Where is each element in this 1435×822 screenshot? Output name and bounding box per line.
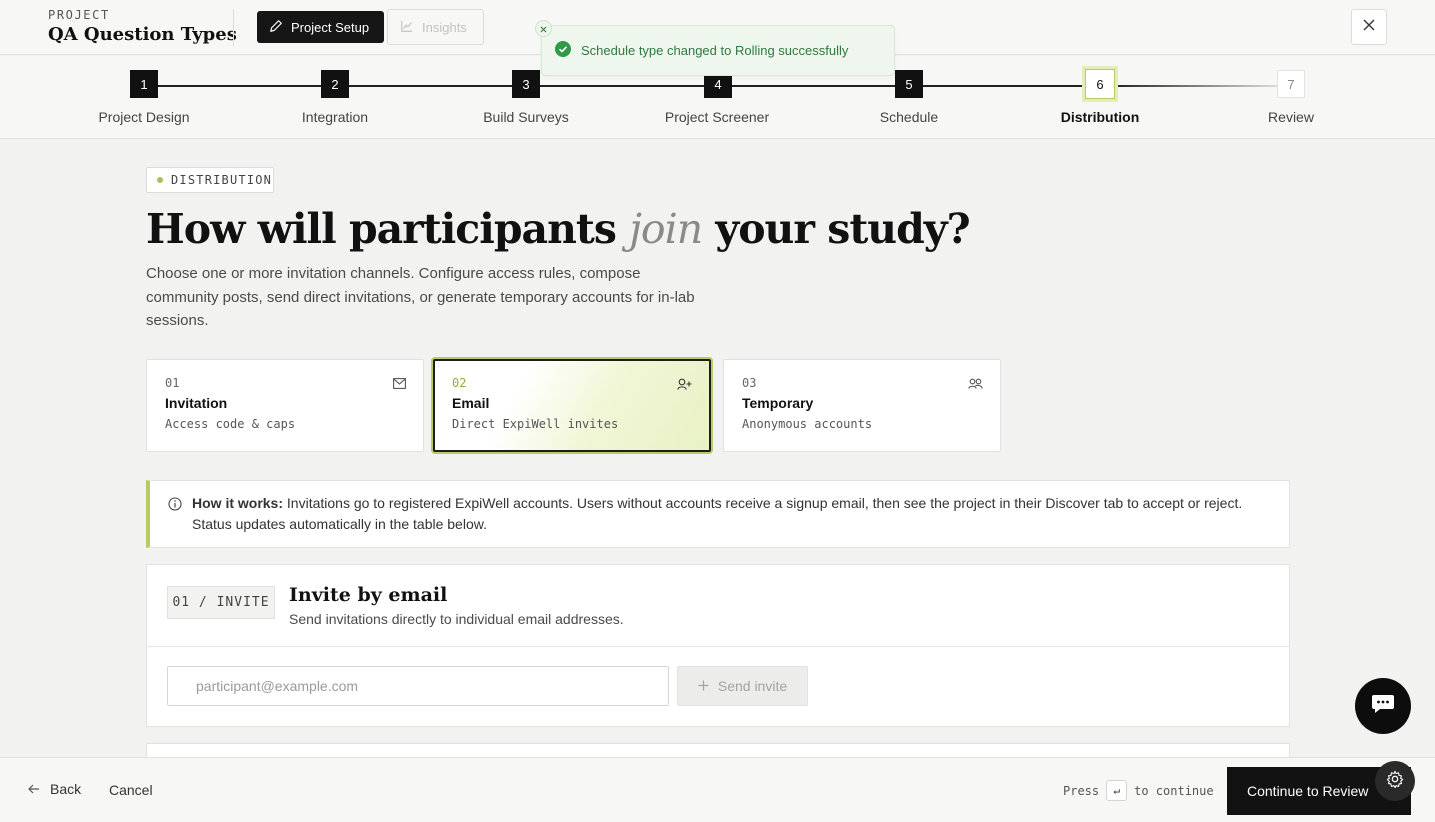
headline-emphasis: join <box>629 205 703 253</box>
step-5-label[interactable]: Schedule <box>819 109 999 125</box>
step-7-label[interactable]: Review <box>1201 109 1381 125</box>
step-2-label[interactable]: Integration <box>245 109 425 125</box>
panel-title: Invite by email <box>289 584 448 606</box>
step-3-number[interactable]: 3 <box>512 70 540 98</box>
users-icon <box>968 376 983 394</box>
channel-card-temporary[interactable]: 03 Temporary Anonymous accounts <box>723 359 1001 452</box>
check-circle-icon <box>555 41 571 60</box>
card-title: Invitation <box>165 395 228 411</box>
cancel-button[interactable]: Cancel <box>109 782 153 798</box>
close-project-button[interactable] <box>1351 9 1387 45</box>
page-headline: How will participants join your study? <box>146 205 971 253</box>
step-3-label[interactable]: Build Surveys <box>436 109 616 125</box>
step-connector <box>731 85 895 87</box>
step-4-label[interactable]: Project Screener <box>627 109 807 125</box>
section-badge: DISTRIBUTION <box>146 167 274 193</box>
headline-pre: How will participants <box>146 205 617 253</box>
badge-dot <box>157 177 163 183</box>
plus-icon <box>698 678 709 694</box>
press-label: Press <box>1063 783 1100 798</box>
how-it-works-note: How it works: Invitations go to register… <box>146 480 1290 548</box>
gear-icon <box>1386 770 1404 793</box>
card-number: 03 <box>742 376 757 390</box>
user-plus-icon <box>677 377 692 395</box>
project-kicker: PROJECT <box>48 8 110 22</box>
channel-card-email[interactable]: 02 Email Direct ExpiWell invites <box>433 359 711 452</box>
card-number: 02 <box>452 376 467 390</box>
card-number: 01 <box>165 376 180 390</box>
chat-button[interactable] <box>1355 678 1411 734</box>
insights-button[interactable]: Insights <box>387 9 484 45</box>
step-6-label[interactable]: Distribution <box>1010 109 1190 125</box>
step-1-number[interactable]: 1 <box>130 70 158 98</box>
step-connector <box>157 85 321 87</box>
info-icon <box>168 496 182 517</box>
continue-hint: to continue <box>1134 783 1214 798</box>
chart-line-icon <box>400 19 414 36</box>
step-7-number[interactable]: 7 <box>1277 70 1305 98</box>
send-invite-label: Send invite <box>717 678 788 694</box>
card-description: Direct ExpiWell invites <box>452 417 619 431</box>
step-connector <box>540 85 704 87</box>
pencil-icon <box>269 19 283 36</box>
card-title: Email <box>452 395 490 411</box>
section-tag: 01 / INVITE <box>167 586 275 619</box>
project-setup-label: Project Setup <box>291 19 370 35</box>
close-icon <box>1363 18 1375 36</box>
info-text: Invitations go to registered ExpiWell ac… <box>192 495 1243 532</box>
header-divider <box>233 9 234 46</box>
badge-label: DISTRIBUTION <box>171 173 273 187</box>
step-connector <box>1114 85 1278 87</box>
panel-divider <box>147 646 1289 647</box>
success-toast: Schedule type changed to Rolling success… <box>541 25 895 76</box>
card-description: Access code & caps <box>165 417 296 431</box>
close-icon <box>540 20 547 38</box>
step-connector <box>922 85 1086 87</box>
back-button[interactable]: Back <box>28 781 81 797</box>
enter-key-icon: ↵ <box>1106 780 1128 801</box>
toast-close-button[interactable] <box>535 20 552 37</box>
send-invite-button[interactable]: Send invite <box>677 666 808 706</box>
settings-button[interactable] <box>1375 761 1415 801</box>
envelope-icon <box>393 376 406 394</box>
step-6-number[interactable]: 6 <box>1085 69 1115 99</box>
insights-label: Insights <box>422 19 467 35</box>
invite-by-email-panel: 01 / INVITE Invite by email Send invitat… <box>146 564 1290 727</box>
channel-card-invitation[interactable]: 01 Invitation Access code & caps <box>146 359 424 452</box>
card-title: Temporary <box>742 395 814 411</box>
page-description: Choose one or more invitation channels. … <box>146 265 695 329</box>
keyboard-hint: Press ↵ to continue <box>1063 780 1214 801</box>
project-title: QA Question Types <box>48 24 237 45</box>
headline-post: your study? <box>715 205 970 253</box>
email-input[interactable] <box>167 666 669 706</box>
chat-bubble-icon <box>1371 693 1395 720</box>
footer-bar: Back Cancel Press ↵ to continue Continue… <box>0 757 1435 822</box>
toast-message: Schedule type changed to Rolling success… <box>581 43 849 58</box>
arrow-left-icon <box>28 781 40 797</box>
step-connector <box>348 85 512 87</box>
card-description: Anonymous accounts <box>742 417 873 431</box>
info-label: How it works: <box>192 495 284 511</box>
step-2-number[interactable]: 2 <box>321 70 349 98</box>
project-setup-button[interactable]: Project Setup <box>257 11 384 43</box>
panel-subtitle: Send invitations directly to individual … <box>289 611 624 627</box>
back-label: Back <box>50 781 82 797</box>
step-1-label[interactable]: Project Design <box>54 109 234 125</box>
step-5-number[interactable]: 5 <box>895 70 923 98</box>
